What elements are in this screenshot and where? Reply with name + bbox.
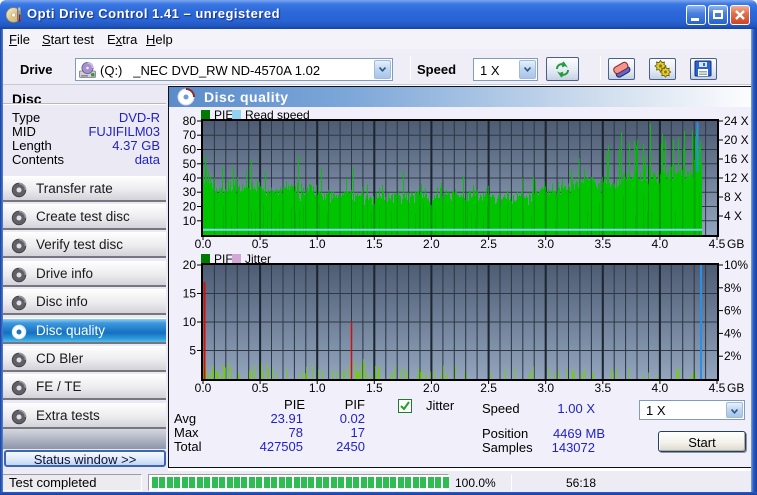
svg-text:2.5: 2.5 [480, 381, 497, 395]
svg-text:0.0: 0.0 [195, 381, 212, 395]
svg-text:10: 10 [183, 214, 197, 228]
svg-text:40: 40 [183, 171, 197, 185]
svg-text:24 X: 24 X [724, 114, 749, 128]
svg-text:0.5: 0.5 [252, 381, 269, 395]
svg-text:4 X: 4 X [724, 209, 742, 223]
svg-text:1.5: 1.5 [366, 381, 383, 395]
svg-text:70: 70 [183, 128, 197, 142]
svg-text:5: 5 [189, 344, 196, 358]
svg-text:1.5: 1.5 [366, 237, 383, 251]
svg-text:2.0: 2.0 [423, 237, 440, 251]
svg-text:0.5: 0.5 [252, 237, 269, 251]
svg-text:4%: 4% [724, 326, 742, 340]
svg-text:1.0: 1.0 [309, 381, 326, 395]
svg-text:3.0: 3.0 [537, 237, 554, 251]
svg-text:8%: 8% [724, 281, 742, 295]
svg-text:12 X: 12 X [724, 171, 749, 185]
svg-text:4.5: 4.5 [709, 381, 726, 395]
svg-text:4.5: 4.5 [709, 237, 726, 251]
svg-text:20: 20 [183, 258, 197, 272]
svg-text:3.5: 3.5 [594, 381, 611, 395]
svg-text:10: 10 [183, 315, 197, 329]
svg-text:60: 60 [183, 143, 197, 157]
svg-text:30: 30 [183, 185, 197, 199]
svg-text:3.5: 3.5 [594, 237, 611, 251]
svg-text:4.0: 4.0 [652, 381, 669, 395]
svg-text:2%: 2% [724, 349, 742, 363]
svg-text:GB: GB [727, 237, 744, 251]
svg-text:0.0: 0.0 [195, 237, 212, 251]
svg-text:2.5: 2.5 [480, 237, 497, 251]
svg-text:20: 20 [183, 200, 197, 214]
svg-text:6%: 6% [724, 304, 742, 318]
svg-text:3.0: 3.0 [537, 381, 554, 395]
svg-text:2.0: 2.0 [423, 381, 440, 395]
svg-text:8 X: 8 X [724, 190, 742, 204]
svg-text:80: 80 [183, 114, 197, 128]
svg-text:10%: 10% [724, 258, 748, 272]
svg-text:4.0: 4.0 [652, 237, 669, 251]
svg-text:15: 15 [183, 287, 197, 301]
svg-text:1.0: 1.0 [309, 237, 326, 251]
svg-text:50: 50 [183, 157, 197, 171]
svg-text:16 X: 16 X [724, 152, 749, 166]
svg-text:20 X: 20 X [724, 133, 749, 147]
svg-text:GB: GB [727, 381, 744, 395]
